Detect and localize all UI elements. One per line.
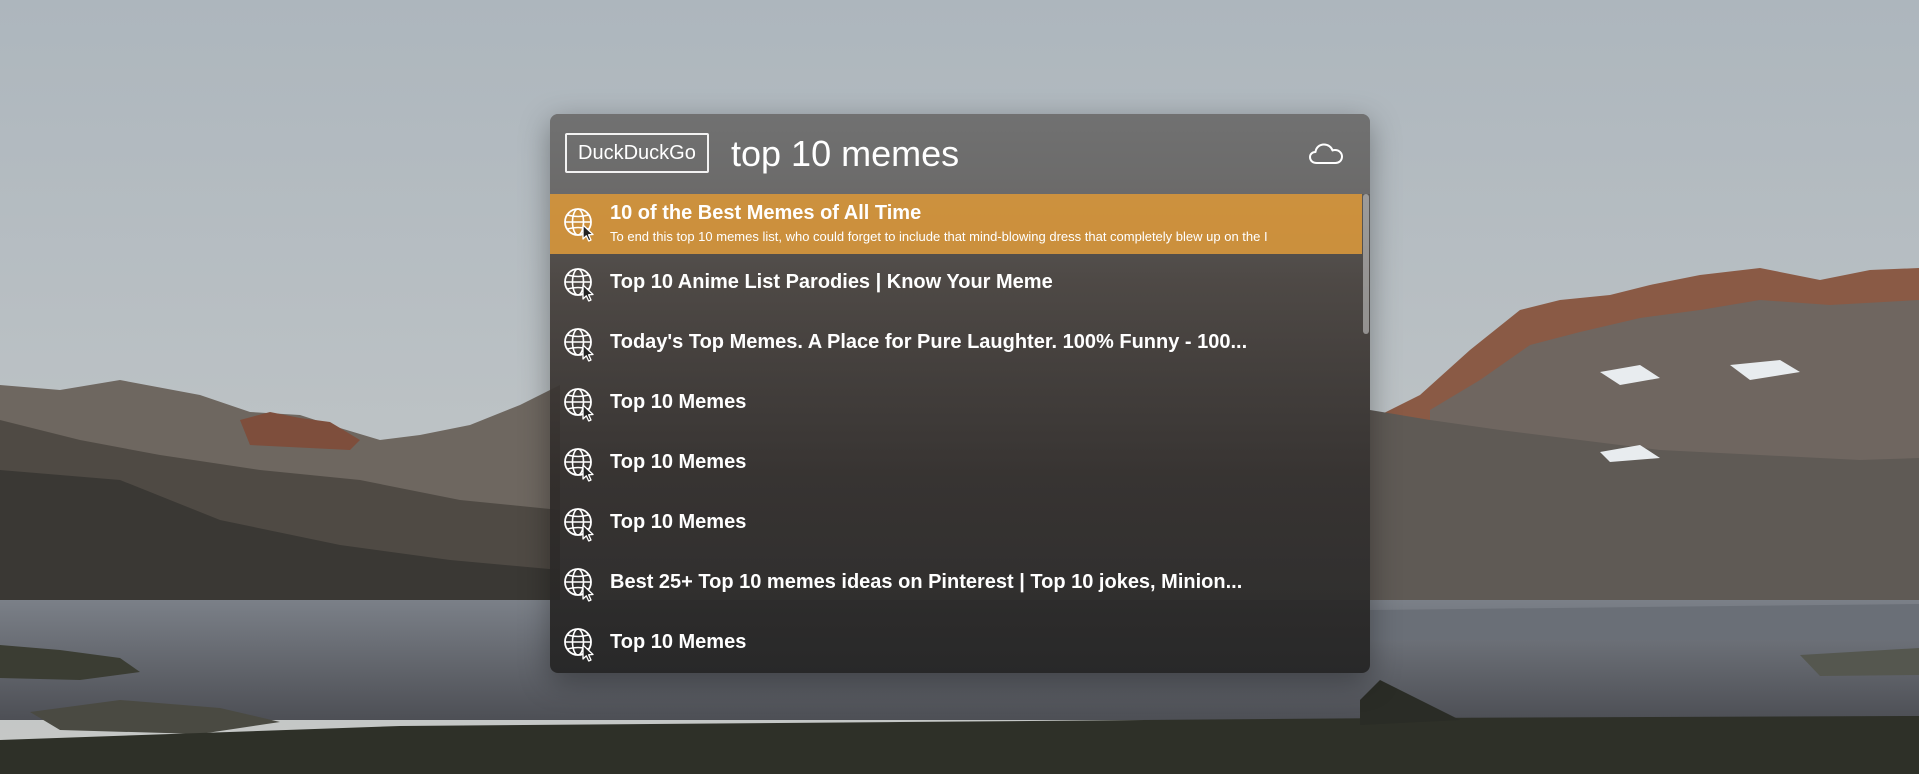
results-list: 10 of the Best Memes of All Time To end t… [550, 194, 1362, 673]
globe-cursor-icon [563, 326, 597, 362]
result-item[interactable]: Top 10 Memes [550, 494, 1362, 554]
result-title: Top 10 Memes [610, 391, 747, 413]
result-item[interactable]: Top 10 Anime List Parodies | Know Your M… [550, 254, 1362, 314]
result-title: Top 10 Anime List Parodies | Know Your M… [610, 271, 1053, 293]
globe-cursor-icon [563, 446, 597, 482]
search-provider-badge[interactable]: DuckDuckGo [565, 133, 709, 173]
globe-cursor-icon [563, 506, 597, 542]
globe-cursor-icon [563, 206, 597, 242]
result-item[interactable]: Top 10 Memes [550, 434, 1362, 494]
globe-cursor-icon [563, 386, 597, 422]
result-item-selected[interactable]: 10 of the Best Memes of All Time To end t… [550, 194, 1362, 254]
cloud-icon[interactable] [1308, 141, 1344, 167]
result-title: Top 10 Memes [610, 631, 747, 653]
result-title: Top 10 Memes [610, 451, 747, 473]
search-launcher-window: DuckDuckGo 10 of the Best Memes of All T… [550, 114, 1370, 673]
search-input[interactable] [731, 128, 1291, 180]
desktop-wallpaper: DuckDuckGo 10 of the Best Memes of All T… [0, 0, 1919, 774]
result-item[interactable]: Today's Top Memes. A Place for Pure Laug… [550, 314, 1362, 374]
globe-cursor-icon [563, 566, 597, 602]
result-title: Today's Top Memes. A Place for Pure Laug… [610, 331, 1248, 353]
scrollbar-thumb[interactable] [1363, 194, 1369, 334]
result-item[interactable]: Top 10 Memes [550, 614, 1362, 673]
results-scrollbar[interactable] [1362, 194, 1370, 673]
globe-cursor-icon [563, 626, 597, 662]
globe-cursor-icon [563, 266, 597, 302]
result-item[interactable]: Best 25+ Top 10 memes ideas on Pinterest… [550, 554, 1362, 614]
result-title: Top 10 Memes [610, 511, 747, 533]
result-snippet: To end this top 10 memes list, who could… [610, 229, 1268, 244]
result-item[interactable]: Top 10 Memes [550, 374, 1362, 434]
result-title: 10 of the Best Memes of All Time [610, 202, 922, 224]
search-header: DuckDuckGo [550, 114, 1370, 194]
result-title: Best 25+ Top 10 memes ideas on Pinterest… [610, 571, 1243, 593]
